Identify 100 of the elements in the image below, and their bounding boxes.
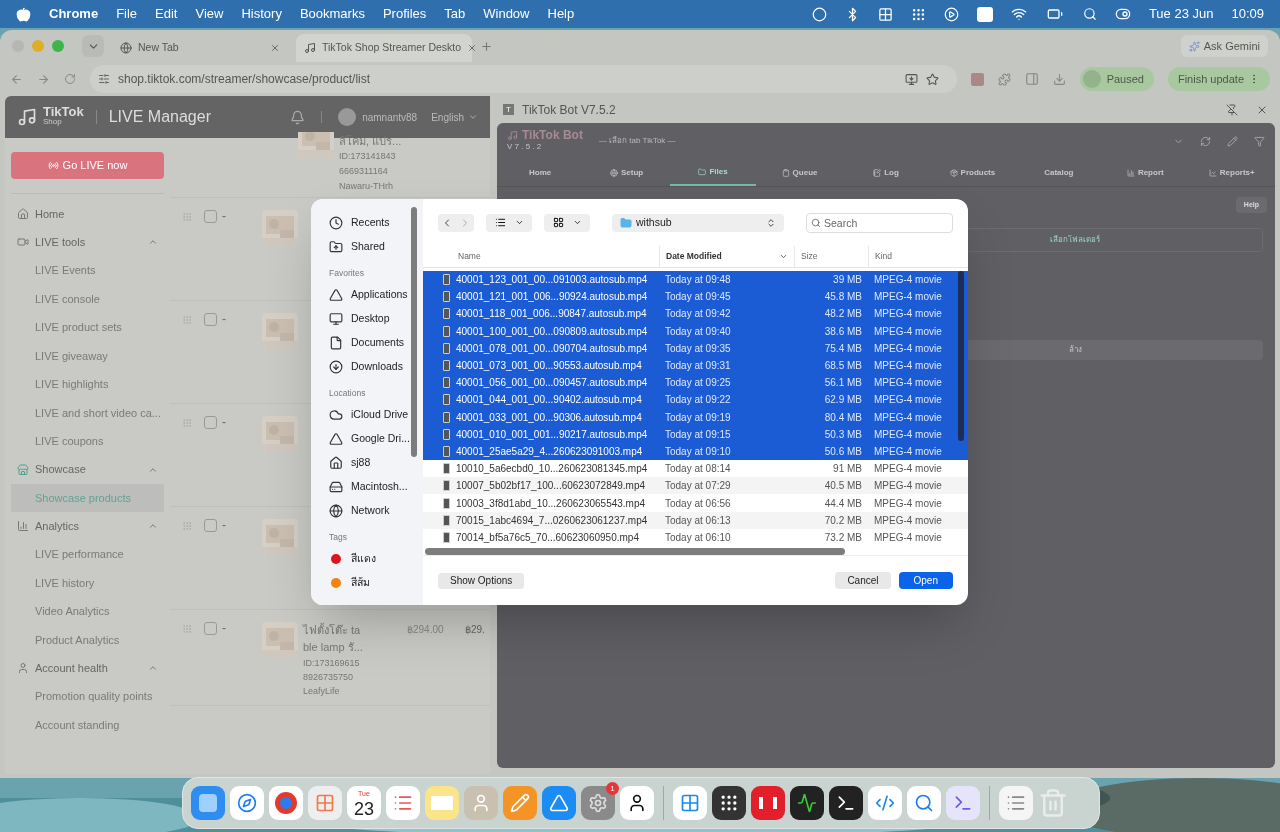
nav-item[interactable]: Promotion quality points <box>11 682 164 711</box>
checkbox[interactable] <box>204 622 217 635</box>
back-icon[interactable] <box>10 72 23 86</box>
site-settings-icon[interactable] <box>98 73 110 85</box>
checkbox[interactable] <box>204 313 217 326</box>
avatar[interactable] <box>338 108 357 126</box>
menu-item[interactable]: Bookmarks <box>299 4 365 24</box>
sidebar-item[interactable]: Applications <box>329 283 423 307</box>
apple-icon[interactable] <box>16 6 31 22</box>
control-center-icon[interactable] <box>1114 6 1131 22</box>
dock-app-icon[interactable] <box>829 786 863 820</box>
drag-handle-icon[interactable] <box>182 418 192 428</box>
dock-app-icon[interactable] <box>620 786 654 820</box>
menu-item[interactable]: Profiles <box>382 4 427 24</box>
filter-icon[interactable] <box>1254 135 1265 147</box>
sidebar-item[interactable]: Downloads <box>329 355 423 379</box>
nav-item[interactable]: Home <box>11 200 164 228</box>
unpin-icon[interactable] <box>1226 103 1238 116</box>
dock-app-icon[interactable] <box>790 786 824 820</box>
sidebar-item[interactable]: สีส้ม <box>329 571 423 595</box>
drag-handle-icon[interactable] <box>182 315 192 325</box>
nav-item[interactable]: Product Analytics <box>11 625 164 654</box>
new-tab-icon[interactable] <box>480 39 493 53</box>
close-icon[interactable] <box>467 43 478 53</box>
menu-item[interactable]: Tab <box>444 4 466 24</box>
sidebar-item[interactable]: Documents <box>329 331 423 355</box>
app-menu[interactable]: Chrome <box>49 4 99 24</box>
nav-item[interactable]: LIVE history <box>11 568 164 597</box>
menu-item[interactable]: Help <box>547 4 575 24</box>
grid-view-button[interactable] <box>544 213 590 232</box>
app-tab[interactable]: Report <box>1102 159 1189 186</box>
folder-select[interactable]: withsub <box>612 213 784 232</box>
ask-gemini-button[interactable]: Ask Gemini <box>1180 35 1268 57</box>
scrollbar[interactable] <box>958 271 964 441</box>
side-panel-icon[interactable] <box>1024 72 1039 86</box>
nav-item[interactable]: LIVE giveaway <box>11 341 164 370</box>
nav-item[interactable]: LIVE highlights <box>11 370 164 399</box>
app-tab[interactable]: Queue <box>756 159 843 186</box>
column-header[interactable]: Name <box>423 246 659 267</box>
show-options-button[interactable]: Show Options <box>438 572 525 589</box>
sidebar-item[interactable]: iCloud Drive <box>329 403 423 427</box>
keyboard-icon[interactable] <box>976 6 993 22</box>
file-row[interactable]: 10007_5b02bf17_100...60623072849.mp4 Today at 07:29 40.5 MB MPEG-4 movie <box>423 477 968 495</box>
file-row[interactable]: 40001_044_001_00...90402.autosub.mp4 Today at 09:22 62.9 MB MPEG-4 movie <box>423 391 968 409</box>
column-header[interactable]: Kind <box>868 246 968 267</box>
menu-time[interactable]: 10:09 <box>1231 4 1264 24</box>
scrollbar[interactable] <box>425 548 845 555</box>
language-select[interactable]: English <box>431 109 478 125</box>
extension-icon[interactable] <box>970 72 984 86</box>
checkbox[interactable] <box>204 210 217 223</box>
app-tab[interactable]: Catalog <box>1015 159 1103 186</box>
app-tab[interactable]: Setup <box>583 159 670 186</box>
list-view-button[interactable] <box>486 213 532 232</box>
menu-item[interactable]: Window <box>483 4 530 24</box>
refresh-icon[interactable] <box>1200 135 1211 147</box>
browser-tab[interactable]: TikTok Shop Streamer Deskto <box>296 34 472 62</box>
app-tab[interactable]: Files <box>669 159 757 186</box>
address-bar[interactable]: shop.tiktok.com/streamer/showcase/product/list <box>90 65 957 93</box>
install-icon[interactable] <box>904 72 918 86</box>
sidebar-item[interactable]: Desktop <box>329 307 423 331</box>
browser-tab[interactable]: New Tab <box>112 34 288 62</box>
nav-item[interactable]: LIVE Events <box>11 256 164 285</box>
dock-app-icon[interactable] <box>712 786 746 820</box>
nav-item[interactable]: LIVE and short video ca... <box>11 398 164 427</box>
file-row[interactable]: 40001_056_001_00...090457.autosub.mp4 Today at 09:25 56.1 MB MPEG-4 movie <box>423 374 968 392</box>
sidebar-item[interactable]: Recents <box>329 211 423 235</box>
profile-button[interactable]: Paused <box>1079 67 1154 91</box>
search-icon[interactable] <box>1082 7 1097 21</box>
open-button[interactable]: Open <box>898 572 953 589</box>
column-header[interactable]: Size <box>794 246 868 267</box>
menu-item[interactable]: History <box>241 4 282 24</box>
sidebar-item[interactable]: Google Dri... <box>329 427 423 451</box>
app-tab[interactable]: Products <box>929 159 1016 186</box>
sidebar-item[interactable]: Network <box>329 499 423 523</box>
record-icon[interactable] <box>811 6 827 22</box>
menu-item[interactable]: File <box>116 4 138 24</box>
menu-date[interactable]: Tue 23 Jun <box>1148 4 1214 24</box>
menu-item[interactable]: Edit <box>155 4 178 24</box>
nav-item[interactable]: LIVE product sets <box>11 313 164 342</box>
file-row[interactable]: 40001_123_001_00...091003.autosub.mp4 Today at 09:48 39 MB MPEG-4 movie <box>423 271 968 289</box>
app-tab[interactable]: Log <box>842 159 930 186</box>
menu-item[interactable]: View <box>195 4 224 24</box>
drag-handle-icon[interactable] <box>182 624 192 634</box>
checkbox[interactable] <box>204 416 217 429</box>
grid-icon[interactable] <box>877 6 893 22</box>
drag-handle-icon[interactable] <box>182 521 192 531</box>
sidebar-item[interactable]: Macintosh... <box>329 475 423 499</box>
wifi-icon[interactable] <box>1010 6 1027 22</box>
drag-handle-icon[interactable] <box>182 212 192 222</box>
checkbox[interactable] <box>204 519 217 532</box>
finish-update-button[interactable]: Finish update <box>1167 67 1270 91</box>
column-header[interactable]: Date Modified <box>659 246 794 267</box>
reload-icon[interactable] <box>64 73 76 85</box>
play-icon[interactable] <box>943 6 959 22</box>
nav-group[interactable]: LIVE tools <box>11 228 164 256</box>
username[interactable]: namnantv88 <box>362 109 418 125</box>
cancel-button[interactable]: Cancel <box>835 572 891 589</box>
star-icon[interactable] <box>925 72 939 86</box>
nav-group[interactable]: Account health <box>11 654 164 682</box>
sidebar-item[interactable]: Shared <box>329 235 423 259</box>
